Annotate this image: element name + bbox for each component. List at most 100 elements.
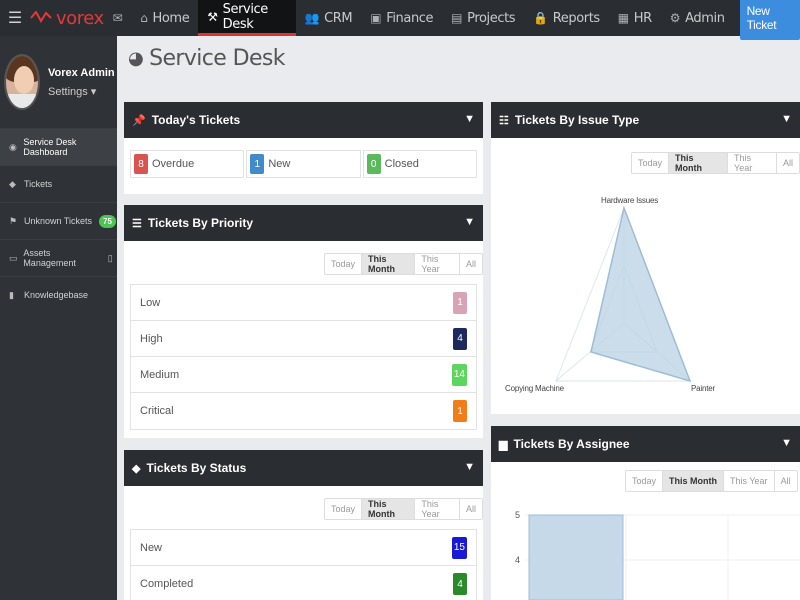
nav-finance[interactable]: ▣ Finance <box>361 0 442 36</box>
panel-header[interactable]: ☰ Tickets By Priority ▼ <box>124 205 483 241</box>
top-navbar: ☰ vorex ✉ ⌂ Home ⚒ Service Desk 👥 CRM ▣ Fina… <box>0 0 800 40</box>
new-tickets[interactable]: 1 New <box>246 150 361 178</box>
filter-all[interactable]: All <box>460 499 482 519</box>
filter-all[interactable]: All <box>460 254 482 274</box>
filter-this-year[interactable]: This Year <box>415 254 460 274</box>
money-icon: ▣ <box>370 11 382 25</box>
pin-icon: 📌 <box>132 114 146 127</box>
nav-admin[interactable]: ⚙ Admin <box>661 0 734 36</box>
laptop-icon: ▭ <box>9 252 18 263</box>
sidebar-item-service-desk-dashboard[interactable]: ◉ Service Desk Dashboard <box>0 128 117 165</box>
sidebar-item-tickets[interactable]: ◆ Tickets <box>0 165 117 202</box>
dashboard-icon: ◕ <box>128 48 144 69</box>
nav-projects[interactable]: ▤ Projects <box>442 0 524 36</box>
sidebar-item-unknown-tickets[interactable]: ⚑ Unknown Tickets 75 <box>0 202 117 239</box>
filter-this-month[interactable]: This Month <box>362 254 416 274</box>
filter-all[interactable]: All <box>775 471 797 491</box>
hr-icon: ▦ <box>617 11 629 25</box>
settings-dropdown[interactable]: Settings ▾ <box>48 85 115 98</box>
tickets-by-issue-type-panel: ☷ Tickets By Issue Type ▼ Today This Mon… <box>491 102 800 414</box>
brand-name: vorex <box>56 7 104 29</box>
tickets-by-status-panel: ◆ Tickets By Status ▼ Today This Month T… <box>124 450 483 600</box>
priority-list: Low 1 High 4 Medium 14 Critical 1 <box>130 284 477 430</box>
new-count: 1 <box>250 154 265 174</box>
nav-crm[interactable]: 👥 CRM <box>296 0 362 36</box>
list-item[interactable]: Critical 1 <box>131 393 476 429</box>
user-name: Vorex Admin <box>48 66 115 79</box>
priority-filter: Today This Month This Year All <box>324 253 483 275</box>
dashboard-icon: ◉ <box>9 141 17 152</box>
nav-service-desk[interactable]: ⚒ Service Desk <box>198 0 296 36</box>
filter-this-month[interactable]: This Month <box>663 471 725 491</box>
count-badge: 1 <box>453 400 467 422</box>
closed-count: 0 <box>366 154 381 174</box>
users-icon: 👥 <box>304 11 320 25</box>
book-icon: ▮ <box>9 289 14 300</box>
nav-reports[interactable]: 🔒 Reports <box>524 0 609 36</box>
new-ticket-button[interactable]: New Ticket <box>739 0 800 40</box>
radar-series <box>590 205 692 383</box>
panel-header[interactable]: ▆ Tickets By Assignee ▼ <box>491 426 800 462</box>
panel-header[interactable]: 📌 Today's Tickets ▼ <box>124 102 483 138</box>
page-title: ◕ Service Desk <box>128 46 285 71</box>
list-item[interactable]: Low 1 <box>131 285 476 321</box>
filter-this-year[interactable]: This Year <box>415 499 460 519</box>
user-profile: Vorex Admin Settings ▾ <box>0 36 117 128</box>
overdue-count: 8 <box>134 154 148 174</box>
projects-icon: ▤ <box>451 11 463 25</box>
panel-header[interactable]: ☷ Tickets By Issue Type ▼ <box>491 102 800 138</box>
filter-today[interactable]: Today <box>325 499 363 519</box>
hamburger-menu-icon[interactable]: ☰ <box>0 0 30 36</box>
assignee-bar[interactable] <box>528 514 624 600</box>
filter-this-year[interactable]: This Year <box>724 471 775 491</box>
tag-icon: ◆ <box>132 462 141 475</box>
gear-icon: ⚙ <box>669 11 681 25</box>
chevron-down-icon[interactable]: ▼ <box>464 113 475 125</box>
closed-tickets[interactable]: 0 Closed <box>362 150 477 178</box>
sidebar-item-knowledgebase[interactable]: ▮ Knowledgebase <box>0 276 117 313</box>
list-icon: ☰ <box>132 217 142 230</box>
todays-tickets-panel: 📌 Today's Tickets ▼ 8 Overdue 1 New 0 Close… <box>124 102 483 194</box>
list-item[interactable]: Medium 14 <box>131 357 476 393</box>
sidebar: Vorex Admin Settings ▾ ◉ Service Desk Das… <box>0 36 117 600</box>
chevron-down-icon[interactable]: ▼ <box>781 113 792 125</box>
vorex-logo-icon <box>30 11 52 23</box>
filter-today[interactable]: Today <box>626 471 664 491</box>
list-item[interactable]: High 4 <box>131 321 476 357</box>
assignee-filter: Today This Month This Year All <box>625 470 798 492</box>
count-badge: 4 <box>453 573 467 595</box>
nav-home[interactable]: ⌂ Home <box>131 0 198 36</box>
panel-header[interactable]: ◆ Tickets By Status ▼ <box>124 450 483 486</box>
radar-label-copying-machine: Copying Machine <box>505 384 564 393</box>
count-badge: 15 <box>451 536 467 559</box>
assignee-bar-chart <box>525 514 800 600</box>
count-badge: 14 <box>451 363 467 386</box>
sliders-icon: ☷ <box>499 114 509 127</box>
lock-icon: 🔒 <box>533 11 548 25</box>
overdue-tickets[interactable]: 8 Overdue <box>130 150 245 178</box>
tickets-by-priority-panel: ☰ Tickets By Priority ▼ Today This Month… <box>124 205 483 438</box>
list-item[interactable]: New 15 <box>131 530 476 566</box>
status-list: New 15 Completed 4 <box>130 529 477 600</box>
unknown-tickets-badge: 75 <box>99 214 116 228</box>
brand-logo[interactable]: vorex <box>30 0 104 36</box>
sidebar-item-assets-management[interactable]: ▭ Assets Management ▯ <box>0 239 117 276</box>
issue-type-radar-chart <box>555 205 692 383</box>
avatar[interactable] <box>4 54 40 110</box>
status-filter: Today This Month This Year All <box>324 498 483 520</box>
chevron-down-icon[interactable]: ▼ <box>781 437 792 449</box>
home-icon: ⌂ <box>140 11 148 25</box>
count-badge: 1 <box>453 291 467 314</box>
document-icon: ▯ <box>107 252 113 263</box>
radar-label-painter: Painter <box>691 384 715 393</box>
nav-hr[interactable]: ▦ HR <box>609 0 661 36</box>
nav-mail[interactable]: ✉ <box>104 0 132 36</box>
count-badge: 4 <box>453 327 467 350</box>
list-item[interactable]: Completed 4 <box>131 566 476 600</box>
chevron-down-icon[interactable]: ▼ <box>464 216 475 228</box>
flag-icon: ⚑ <box>9 215 18 226</box>
filter-this-month[interactable]: This Month <box>362 499 416 519</box>
filter-today[interactable]: Today <box>325 254 363 274</box>
chevron-down-icon[interactable]: ▼ <box>464 461 475 473</box>
briefcase-icon: ▆ <box>499 438 508 451</box>
